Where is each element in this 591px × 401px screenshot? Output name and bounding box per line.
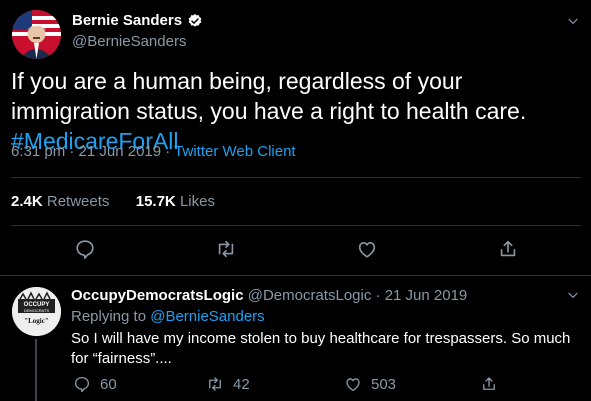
divider	[0, 275, 591, 276]
heart-icon[interactable]	[356, 238, 378, 260]
verified-badge-icon	[188, 13, 202, 27]
chevron-down-icon[interactable]	[566, 288, 580, 302]
retweets-stat[interactable]: 2.4K Retweets	[11, 193, 109, 210]
thread-line	[35, 339, 37, 401]
reply-count: 60	[100, 375, 117, 393]
retweet-arrows-icon[interactable]	[215, 238, 237, 260]
reply-author-name[interactable]: OccupyDemocratsLogic	[71, 287, 244, 304]
reply-avatar-image: OCCUPY DEMOCRATS "Logic"	[12, 287, 61, 336]
likes-label: Likes	[179, 193, 215, 210]
likes-stat[interactable]: 15.7K Likes	[136, 193, 215, 210]
divider	[11, 225, 581, 226]
reply-separator: ·	[371, 287, 385, 304]
divider	[11, 177, 581, 178]
reply-text: So I will have my income stolen to buy h…	[71, 330, 571, 367]
speech-bubble-icon[interactable]	[74, 238, 96, 260]
reply-header: OccupyDemocratsLogic @DemocratsLogic · 2…	[71, 287, 467, 304]
replying-to: Replying to @BernieSanders	[71, 308, 265, 325]
chevron-down-icon[interactable]	[566, 14, 580, 28]
reply-reply-button[interactable]: 60	[73, 375, 117, 393]
share-upload-icon	[483, 377, 495, 390]
tweet-body: If you are a human being, regardless of …	[11, 68, 527, 124]
reply-share-button[interactable]	[480, 375, 498, 393]
retweet-arrows-icon	[209, 377, 221, 391]
tweet-stats: 2.4K Retweets 15.7K Likes	[11, 193, 215, 210]
retweet-count: 42	[233, 375, 250, 393]
retweets-count: 2.4K	[11, 193, 43, 210]
reply-date[interactable]: 21 Jun 2019	[385, 287, 468, 304]
tweet-timestamp[interactable]: 6:31 pm · 21 Jun 2019 ·	[11, 143, 174, 160]
avatar-image	[12, 10, 61, 59]
author-name[interactable]: Bernie Sanders	[72, 12, 203, 29]
author-handle[interactable]: @BernieSanders	[72, 33, 186, 50]
replying-to-prefix: Replying to	[71, 308, 151, 325]
avatar-logo-line3: "Logic"	[24, 317, 49, 325]
retweets-label: Retweets	[46, 193, 110, 210]
like-count: 503	[371, 375, 397, 393]
reply-like-button[interactable]: 503	[344, 375, 396, 393]
mention-link[interactable]: @BernieSanders	[150, 308, 264, 325]
tweet-metadata: 6:31 pm · 21 Jun 2019 · Twitter Web Clie…	[11, 143, 296, 160]
heart-icon	[346, 378, 360, 392]
reply-author-avatar[interactable]: OCCUPY DEMOCRATS "Logic"	[12, 287, 61, 336]
speech-bubble-icon	[74, 376, 90, 393]
reply-retweet-button[interactable]: 42	[206, 375, 250, 393]
client-link[interactable]: Twitter Web Client	[174, 143, 295, 160]
likes-count: 15.7K	[135, 193, 176, 210]
avatar-logo-line2: DEMOCRATS	[24, 308, 50, 313]
share-upload-icon[interactable]	[497, 238, 519, 260]
author-name-text: Bernie Sanders	[72, 12, 183, 29]
author-avatar[interactable]	[12, 10, 61, 59]
reply-author-handle[interactable]: @DemocratsLogic	[248, 287, 372, 304]
